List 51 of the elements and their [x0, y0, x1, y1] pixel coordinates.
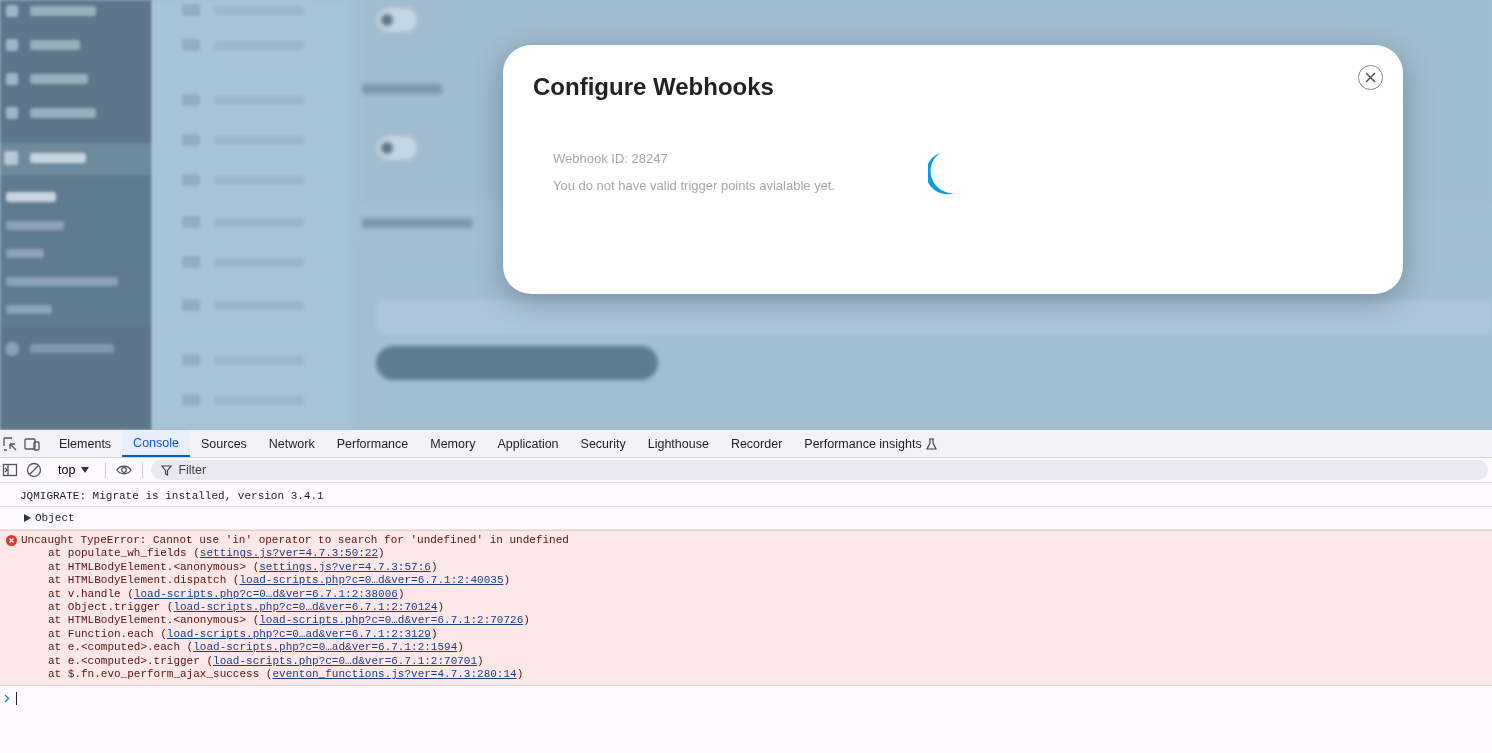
stack-frame: at v.handle (load-scripts.php?c=0…d&ver=6.7.1:2:38006)	[48, 587, 405, 600]
console-message: JQMIGRATE: Migrate is installed, version 3.4.1	[20, 490, 324, 502]
source-link[interactable]: load-scripts.php?c=0…ad&ver=6.7.1:2:1594	[193, 641, 458, 654]
error-icon	[6, 535, 17, 547]
devtools-tab[interactable]: Application	[486, 430, 570, 457]
devtools-tab[interactable]: Network	[257, 430, 326, 457]
stack-frame: at Object.trigger (load-scripts.php?c=0…d&ver=6.7.1:2:70124)	[48, 601, 445, 614]
caret-icon	[81, 467, 90, 473]
stack-frame: at HTMLBodyElement.<anonymous> (settings.js?ver=4.7.3:57:6)	[48, 560, 438, 573]
empty-message: You do not have valid trigger points avialable yet.	[553, 178, 837, 193]
devtools-tab[interactable]: Security	[569, 430, 637, 457]
stack-frame: at e.<computed>.each (load-scripts.php?c=0…ad&ver=6.7.1:2:1594)	[48, 641, 464, 654]
stack-frame: at HTMLBodyElement.dispatch (load-scripts.php?c=0…d&ver=6.7.1:2:40035)	[48, 574, 511, 587]
filter-field[interactable]: Filter	[151, 460, 1488, 480]
devtools-tab[interactable]: Elements	[48, 430, 123, 457]
object-label[interactable]: Object	[35, 512, 75, 524]
clear-console-icon[interactable]	[26, 462, 42, 478]
stack-frame: at populate_wh_fields (settings.js?ver=4.7.3:50:22)	[48, 547, 385, 560]
devtools-tab[interactable]: Performance insights	[793, 430, 948, 457]
flask-icon	[925, 437, 937, 450]
close-button[interactable]	[1358, 65, 1383, 90]
error-message: Uncaught TypeError: Cannot use 'in' operator to search for 'undefined' in undefined	[21, 534, 569, 548]
webhook-id: Webhook ID: 28247	[553, 151, 669, 166]
stack-frame: at $.fn.evo_perform_ajax_success (eventon_functions.js?ver=4.7.3:280:14)	[48, 668, 524, 681]
source-link[interactable]: load-scripts.php?c=0…d&ver=6.7.1:2:70701	[213, 654, 478, 667]
expand-arrow-icon[interactable]	[24, 514, 31, 522]
context-selector[interactable]: top	[50, 463, 98, 477]
source-link[interactable]: settings.js?ver=4.7.3:50:22	[199, 547, 379, 560]
stack-frame: at HTMLBodyElement.<anonymous> (load-scripts.php?c=0…d&ver=6.7.1:2:70726)	[48, 614, 530, 627]
devtools-tab[interactable]: Recorder	[719, 430, 794, 457]
source-link[interactable]: load-scripts.php?c=0…d&ver=6.7.1:2:38006	[133, 587, 398, 600]
source-link[interactable]: eventon_functions.js?ver=4.7.3:280:14	[272, 668, 517, 681]
modal-title: Configure Webhooks	[533, 73, 774, 101]
devtools-tab[interactable]: Performance	[325, 430, 420, 457]
source-link[interactable]: load-scripts.php?c=0…ad&ver=6.7.1:2:3129	[166, 627, 431, 640]
devtools-tab[interactable]: Memory	[419, 430, 487, 457]
devtools-tab[interactable]: Console	[122, 430, 190, 457]
devtools-tab[interactable]: Sources	[190, 430, 258, 457]
prompt-chevron-icon	[4, 694, 10, 704]
stack-frame: at e.<computed>.trigger (load-scripts.php?c=0…d&ver=6.7.1:2:70701)	[48, 654, 484, 667]
sidebar-toggle-icon[interactable]	[2, 462, 18, 478]
source-link[interactable]: load-scripts.php?c=0…d&ver=6.7.1:2:40035	[239, 574, 504, 587]
source-link[interactable]: load-scripts.php?c=0…d&ver=6.7.1:2:70726	[259, 614, 524, 627]
filter-icon	[161, 464, 173, 476]
devtools-tab[interactable]: Lighthouse	[636, 430, 720, 457]
stack-frame: at Function.each (load-scripts.php?c=0…ad&ver=6.7.1:2:3129)	[48, 627, 438, 640]
close-icon	[1365, 72, 1376, 83]
source-link[interactable]: load-scripts.php?c=0…d&ver=6.7.1:2:70124	[173, 601, 438, 614]
device-toolbar-icon[interactable]	[24, 435, 40, 452]
source-link[interactable]: settings.js?ver=4.7.3:57:6	[259, 560, 431, 573]
inspect-element-icon[interactable]	[2, 435, 18, 452]
